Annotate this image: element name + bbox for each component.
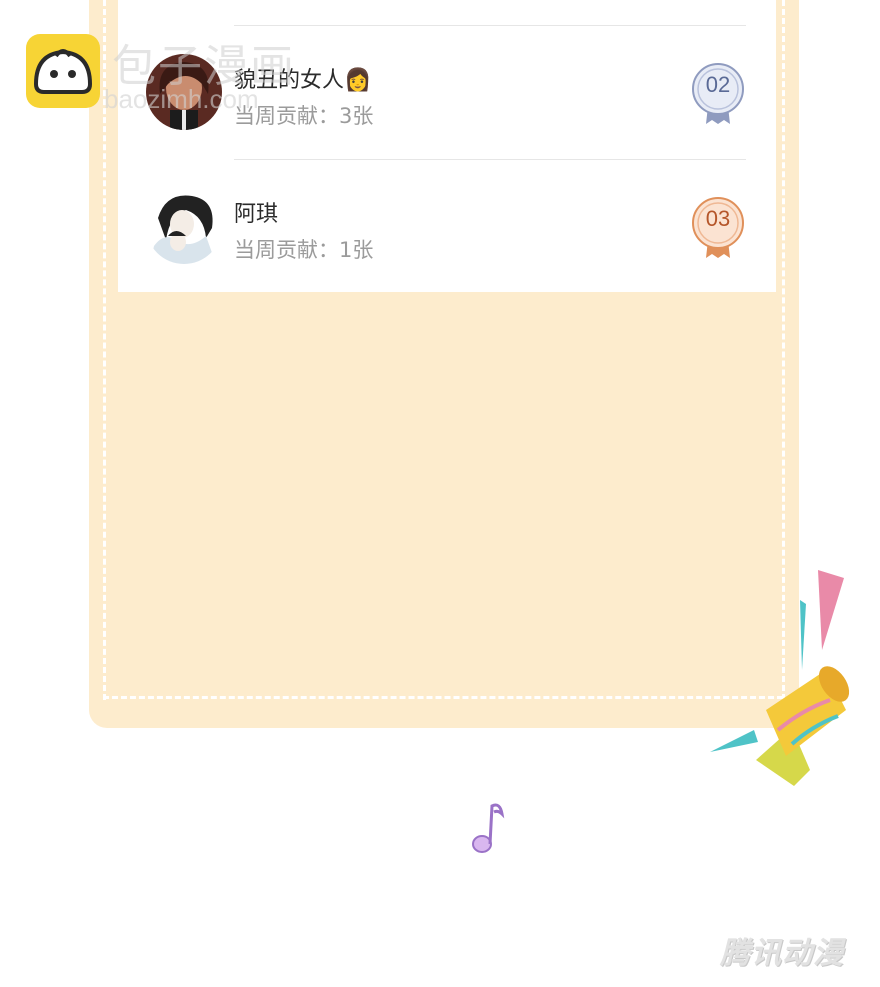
party-popper-icon <box>706 560 856 800</box>
corner-watermark: 腾讯动漫 <box>720 936 844 971</box>
list-divider <box>234 25 746 26</box>
rank-badge: 02 <box>690 62 746 128</box>
rank-badge: 03 <box>690 196 746 262</box>
entry-name: 阿琪 <box>234 202 279 227</box>
entry-contribution: 当周贡献：1张 <box>234 238 374 262</box>
card-dashed-border-bottom <box>103 696 783 699</box>
music-note-icon <box>466 800 510 856</box>
list-divider <box>234 159 746 160</box>
rank-number: 03 <box>705 206 731 231</box>
baozi-logo-icon <box>26 34 100 108</box>
watermark-url: baozimh.com <box>104 84 259 114</box>
avatar[interactable] <box>146 188 222 264</box>
rank-number: 02 <box>705 72 731 97</box>
